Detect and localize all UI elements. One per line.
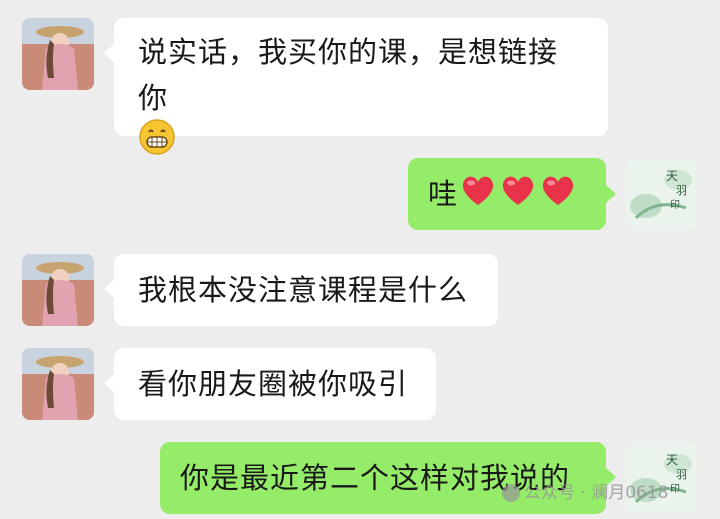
grinning-face-emoji-icon <box>138 118 176 169</box>
bubble-tail <box>104 280 114 298</box>
svg-text:印: 印 <box>670 483 680 495</box>
bubble-tail <box>104 374 114 392</box>
message-bubble[interactable]: 看你朋友圈被你吸引 <box>114 348 436 420</box>
contact-avatar[interactable] <box>22 348 94 420</box>
message-text: 看你朋友圈被你吸引 <box>138 367 409 401</box>
watermark: 公众号 · 澜月0618 <box>502 478 668 503</box>
svg-text:天: 天 <box>666 453 678 467</box>
message-bubble[interactable]: 哇 <box>408 158 606 230</box>
heart-icon <box>500 173 536 220</box>
heart-icon <box>540 173 576 220</box>
message-text: 哇 <box>428 177 459 211</box>
message-bubble[interactable]: 说实话，我买你的课，是想链接你 <box>114 18 608 155</box>
bubble-tail <box>606 185 616 203</box>
svg-text:羽: 羽 <box>676 468 687 481</box>
watermark-text: 公众号 · 澜月0618 <box>524 483 669 503</box>
message-bubble[interactable]: 我根本没注意课程是什么 <box>114 254 498 326</box>
message-text: 我根本没注意课程是什么 <box>138 273 469 307</box>
message-text: 说实话，我买你的课，是想链接你 <box>138 35 559 115</box>
wechat-icon <box>502 484 520 502</box>
contact-avatar[interactable] <box>22 18 94 90</box>
bubble-tail <box>104 44 114 62</box>
user-avatar[interactable]: 天 羽 印 <box>626 158 698 230</box>
heart-icon <box>460 173 496 220</box>
contact-avatar[interactable] <box>22 254 94 326</box>
svg-text:羽: 羽 <box>676 184 687 197</box>
svg-text:天: 天 <box>666 169 678 183</box>
svg-text:印: 印 <box>670 199 680 211</box>
red-hearts-emoji <box>460 172 580 221</box>
